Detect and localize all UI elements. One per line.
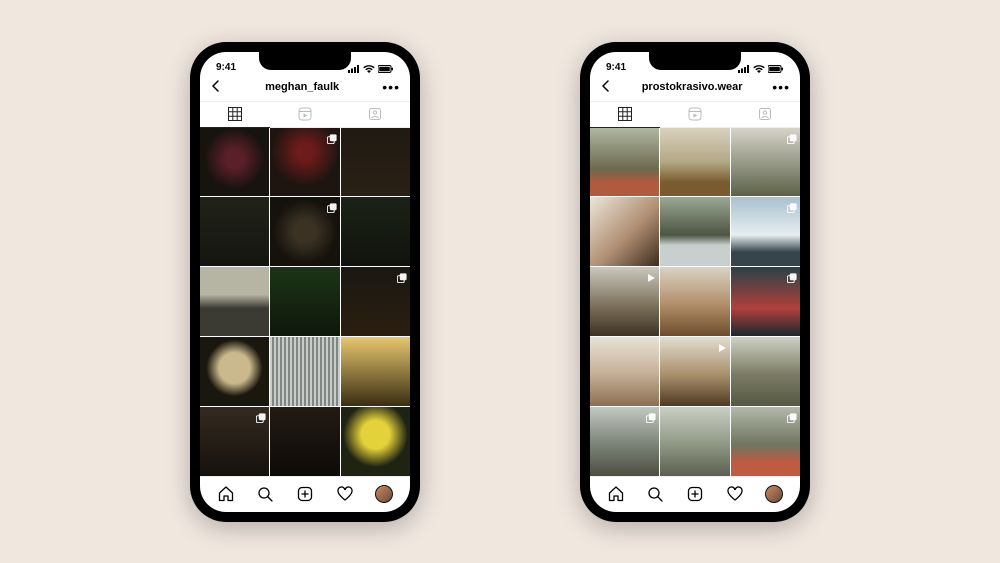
post-thumbnail[interactable] [270, 407, 339, 476]
profile-username[interactable]: meghan_faulk [265, 81, 339, 93]
tagged-icon [758, 107, 772, 121]
post-thumbnail[interactable] [590, 128, 659, 197]
post-thumbnail[interactable] [660, 407, 729, 476]
post-thumbnail[interactable] [731, 267, 800, 336]
nav-home[interactable] [217, 485, 235, 503]
tab-grid[interactable] [590, 102, 660, 127]
grid-icon [618, 107, 632, 121]
nav-activity[interactable] [726, 485, 744, 503]
post-thumbnail[interactable] [660, 197, 729, 266]
more-options-button[interactable]: ••• [772, 80, 790, 94]
nav-activity[interactable] [336, 485, 354, 503]
post-thumbnail[interactable] [341, 337, 410, 406]
nav-profile-avatar[interactable] [765, 485, 783, 503]
bottom-nav [200, 476, 410, 512]
tab-grid[interactable] [200, 102, 270, 127]
post-thumbnail[interactable] [341, 197, 410, 266]
carousel-badge-icon [787, 200, 797, 210]
post-thumbnail[interactable] [341, 128, 410, 197]
cellular-icon [738, 65, 750, 73]
tab-tagged[interactable] [730, 102, 800, 127]
profile-username[interactable]: prostokrasivo.wear [642, 81, 743, 93]
nav-profile-avatar[interactable] [375, 485, 393, 503]
status-time: 9:41 [606, 62, 626, 73]
wifi-icon [363, 65, 375, 73]
post-thumbnail[interactable] [270, 337, 339, 406]
battery-icon [768, 65, 784, 73]
tab-tagged[interactable] [340, 102, 410, 127]
post-thumbnail[interactable] [341, 267, 410, 336]
status-right-cluster [738, 65, 784, 73]
reels-icon [688, 107, 702, 121]
more-options-button[interactable]: ••• [382, 80, 400, 94]
tab-reels[interactable] [660, 102, 730, 127]
device-notch [649, 52, 741, 70]
post-thumbnail[interactable] [590, 407, 659, 476]
post-thumbnail[interactable] [731, 407, 800, 476]
carousel-badge-icon [327, 200, 337, 210]
profile-view-tabs [200, 102, 410, 128]
back-button[interactable] [600, 80, 612, 94]
phone-frame-left: 9:41 meghan_faulk ••• [190, 42, 420, 522]
nav-search[interactable] [646, 485, 664, 503]
post-thumbnail[interactable] [731, 337, 800, 406]
posts-grid [200, 128, 410, 476]
wifi-icon [753, 65, 765, 73]
reels-icon [298, 107, 312, 121]
status-time: 9:41 [216, 62, 236, 73]
screen: 9:41 meghan_faulk ••• [200, 52, 410, 512]
carousel-badge-icon [787, 131, 797, 141]
carousel-badge-icon [787, 410, 797, 420]
nav-home[interactable] [607, 485, 625, 503]
post-thumbnail[interactable] [731, 197, 800, 266]
device-notch [259, 52, 351, 70]
video-badge-icon [717, 340, 727, 350]
carousel-badge-icon [327, 131, 337, 141]
profile-view-tabs [590, 102, 800, 128]
post-thumbnail[interactable] [590, 197, 659, 266]
bottom-nav [590, 476, 800, 512]
nav-create[interactable] [686, 485, 704, 503]
screen: 9:41 prostokrasivo.wear ••• [590, 52, 800, 512]
carousel-badge-icon [646, 410, 656, 420]
post-thumbnail[interactable] [200, 128, 269, 197]
post-thumbnail[interactable] [341, 407, 410, 476]
post-thumbnail[interactable] [270, 128, 339, 197]
tagged-icon [368, 107, 382, 121]
profile-navbar: meghan_faulk ••• [200, 74, 410, 102]
nav-search[interactable] [256, 485, 274, 503]
status-right-cluster [348, 65, 394, 73]
video-badge-icon [646, 270, 656, 280]
tab-reels[interactable] [270, 102, 340, 127]
post-thumbnail[interactable] [660, 267, 729, 336]
post-thumbnail[interactable] [660, 128, 729, 197]
post-thumbnail[interactable] [590, 337, 659, 406]
cellular-icon [348, 65, 360, 73]
profile-navbar: prostokrasivo.wear ••• [590, 74, 800, 102]
carousel-badge-icon [787, 270, 797, 280]
carousel-badge-icon [397, 270, 407, 280]
post-thumbnail[interactable] [200, 267, 269, 336]
grid-icon [228, 107, 242, 121]
phone-frame-right: 9:41 prostokrasivo.wear ••• [580, 42, 810, 522]
battery-icon [378, 65, 394, 73]
post-thumbnail[interactable] [200, 337, 269, 406]
nav-create[interactable] [296, 485, 314, 503]
post-thumbnail[interactable] [731, 128, 800, 197]
back-button[interactable] [210, 80, 222, 94]
carousel-badge-icon [256, 410, 266, 420]
post-thumbnail[interactable] [270, 267, 339, 336]
post-thumbnail[interactable] [200, 407, 269, 476]
posts-grid [590, 128, 800, 476]
post-thumbnail[interactable] [200, 197, 269, 266]
post-thumbnail[interactable] [270, 197, 339, 266]
post-thumbnail[interactable] [590, 267, 659, 336]
post-thumbnail[interactable] [660, 337, 729, 406]
